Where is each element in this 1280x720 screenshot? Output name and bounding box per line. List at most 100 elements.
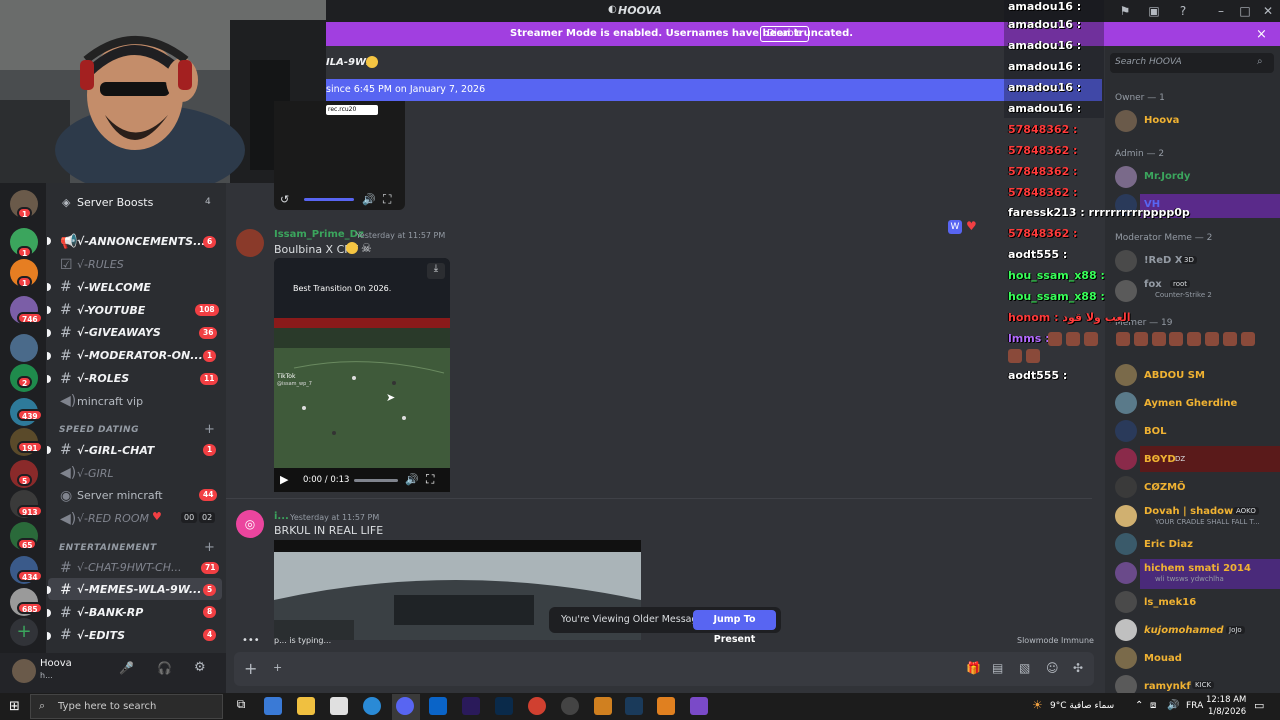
member-name[interactable]: kujomohamed xyxy=(1144,625,1224,636)
app-icon[interactable] xyxy=(657,697,675,715)
channel-edits[interactable]: √-EDITS xyxy=(77,629,125,642)
app-icon[interactable] xyxy=(594,697,612,715)
app-icon[interactable] xyxy=(690,697,708,715)
headphones-icon[interactable]: 🎧 xyxy=(157,661,172,675)
steam-icon[interactable] xyxy=(625,697,643,715)
channel-giveaways[interactable]: √-GIVEAWAYS xyxy=(77,326,161,339)
member-name[interactable]: hichem smati 2014 xyxy=(1144,563,1251,574)
help-icon[interactable]: ? xyxy=(1175,3,1191,19)
windows-start-icon[interactable]: ⊞ xyxy=(9,699,20,714)
category-speed-dating[interactable]: SPEED DATING xyxy=(59,425,139,435)
message-avatar[interactable] xyxy=(236,229,264,257)
member-name[interactable]: Mr.Jordy xyxy=(1144,171,1190,182)
member-name[interactable]: Eric Diaz xyxy=(1144,539,1193,550)
avatar[interactable] xyxy=(1115,619,1137,641)
disable-streamer-mode-button[interactable]: Disable xyxy=(760,26,810,42)
avatar[interactable] xyxy=(1115,591,1137,613)
minimize-icon[interactable]: – xyxy=(1213,3,1229,19)
sticker-icon[interactable]: ▧ xyxy=(1019,661,1030,675)
member-name[interactable]: Aymen Gherdine xyxy=(1144,398,1237,409)
channel-mincraft-vip[interactable]: mincraft vip xyxy=(77,395,143,408)
avatar[interactable] xyxy=(1115,505,1137,527)
channel-memes[interactable]: √-MEMES-WLA-9W... xyxy=(77,583,201,596)
fullscreen-icon[interactable]: ⛶ xyxy=(426,472,434,487)
add-channel-icon[interactable]: + xyxy=(204,422,215,437)
fullscreen-icon[interactable]: ⛶ xyxy=(383,192,391,207)
composer-plus[interactable]: + xyxy=(273,661,282,674)
avatar[interactable] xyxy=(1115,364,1137,386)
member-search-input[interactable]: Search HOOVA xyxy=(1115,57,1182,67)
channel-girl-voice[interactable]: √-GIRL xyxy=(77,467,114,480)
language-indicator[interactable]: FRA xyxy=(1186,701,1203,711)
avatar[interactable] xyxy=(12,659,36,683)
inbox-icon[interactable]: ⚑ xyxy=(1117,3,1133,19)
close-banner-icon[interactable]: × xyxy=(1256,27,1267,42)
clock-date[interactable]: 1/8/2026 xyxy=(1208,707,1246,717)
video-player[interactable] xyxy=(274,258,450,492)
weather-text[interactable]: 9°C سماء صافية xyxy=(1050,701,1114,711)
play-icon[interactable]: ▶ xyxy=(280,473,288,486)
server-icon[interactable] xyxy=(10,334,38,362)
tray-chevron-icon[interactable]: ⌃ xyxy=(1135,700,1143,711)
download-icon[interactable]: ⤓ xyxy=(427,263,445,279)
member-name[interactable]: BOL xyxy=(1144,426,1167,437)
add-channel-icon[interactable]: + xyxy=(204,540,215,555)
message-author[interactable]: i... xyxy=(274,511,289,522)
message-composer[interactable] xyxy=(234,652,1094,686)
channel-welcome[interactable]: √-WELCOME xyxy=(77,281,151,294)
channel-roles[interactable]: √-ROLES xyxy=(77,372,129,385)
channel-chat[interactable]: √-CHAT-9HWT-CH... xyxy=(77,561,181,574)
avatar[interactable] xyxy=(1115,250,1137,272)
edge-icon[interactable] xyxy=(363,697,381,715)
add-attachment-icon[interactable]: + xyxy=(244,659,257,678)
screen-icon[interactable]: ▣ xyxy=(1146,3,1162,19)
heart-reaction-icon[interactable]: ♥ xyxy=(966,219,977,233)
channel-server-mincraft[interactable]: Server mincraft xyxy=(77,489,163,502)
add-server-icon[interactable]: + xyxy=(10,618,38,646)
gift-icon[interactable]: 🎁 xyxy=(966,661,981,675)
close-window-icon[interactable]: ✕ xyxy=(1260,3,1276,19)
notepad-icon[interactable] xyxy=(330,697,348,715)
avatar[interactable] xyxy=(1115,448,1137,470)
outlook-icon[interactable] xyxy=(429,697,447,715)
gif-icon[interactable]: ▤ xyxy=(992,661,1003,675)
avatar[interactable] xyxy=(1115,533,1137,555)
member-name[interactable]: BΘYD xyxy=(1144,454,1176,465)
video-progress[interactable] xyxy=(304,198,354,201)
microphone-icon[interactable]: 🎤 xyxy=(119,661,134,675)
member-name[interactable]: Dovah | shadow... xyxy=(1144,506,1244,517)
notification-icon[interactable]: ▭ xyxy=(1254,699,1264,712)
obs-icon[interactable] xyxy=(561,697,579,715)
avatar[interactable] xyxy=(1115,647,1137,669)
channel-bank-rp[interactable]: √-BANK-RP xyxy=(77,606,143,619)
avatar[interactable] xyxy=(1115,392,1137,414)
channel-announcements[interactable]: √-ANNONCEMENTS... xyxy=(77,235,206,248)
task-view-icon[interactable]: ⧉ xyxy=(232,697,250,715)
member-name[interactable]: fox xyxy=(1144,279,1162,290)
video-scrubber[interactable] xyxy=(354,479,398,482)
discord-avatar-icon[interactable]: ◎ xyxy=(236,510,264,538)
avatar[interactable] xyxy=(1115,562,1137,584)
member-name[interactable]: ramynkf xyxy=(1144,681,1191,692)
channel-rules[interactable]: √-RULES xyxy=(77,258,124,271)
member-name[interactable]: CØZMÕ xyxy=(1144,482,1186,493)
volume-icon[interactable]: 🔊 xyxy=(362,193,376,206)
maximize-icon[interactable]: □ xyxy=(1237,3,1253,19)
discord-icon[interactable] xyxy=(396,697,414,715)
member-name[interactable]: ls_mek16 xyxy=(1144,597,1196,608)
speaker-tray-icon[interactable]: 🔊 xyxy=(1167,700,1179,711)
apps-icon[interactable]: ✣ xyxy=(1073,661,1083,675)
premiere-icon[interactable] xyxy=(462,697,480,715)
jump-to-present-button[interactable]: Jump To Present xyxy=(693,610,776,645)
avatar[interactable] xyxy=(1115,166,1137,188)
member-name[interactable]: ABDOU SM xyxy=(1144,370,1205,381)
replay-icon[interactable]: ↺ xyxy=(280,193,289,206)
photoshop-icon[interactable] xyxy=(495,697,513,715)
taskbar-search-input[interactable]: Type here to search xyxy=(58,701,156,712)
file-explorer-icon[interactable] xyxy=(297,697,315,715)
member-name[interactable]: !ReD X xyxy=(1144,255,1183,266)
server-boosts[interactable]: Server Boosts xyxy=(77,196,153,209)
avatar[interactable] xyxy=(1115,476,1137,498)
message-author[interactable]: Issam_Prime_Dz xyxy=(274,229,364,240)
channel-red-room[interactable]: √-RED ROOM xyxy=(77,512,149,525)
